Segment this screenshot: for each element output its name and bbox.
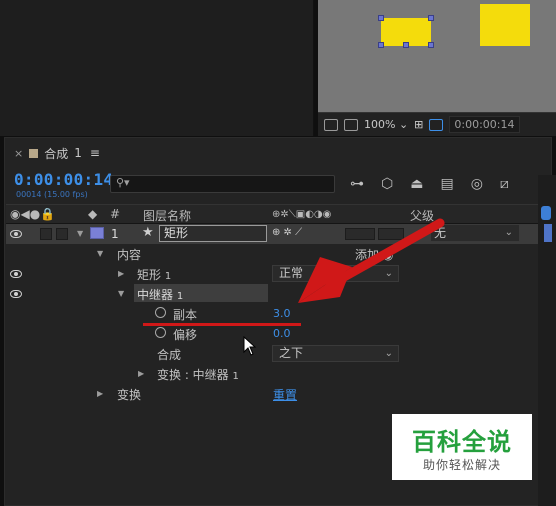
layer-duration-bar[interactable]: [544, 224, 552, 242]
contents-label: 内容: [117, 248, 142, 262]
grid-icon[interactable]: ⊞: [414, 118, 423, 131]
composition-viewer[interactable]: [318, 0, 556, 112]
offset-label: 偏移: [173, 328, 198, 342]
watermark-logo: 百科全说 助你轻松解决: [392, 414, 532, 480]
shy-layers-icon[interactable]: ⏏: [410, 176, 423, 192]
layer-number: 1: [111, 227, 119, 241]
repeater-label[interactable]: 中继器 1: [137, 286, 183, 303]
frame-rate-label: 00014 (15.00 fps): [16, 190, 88, 199]
transform-repeater-label: 变换 : 中继器 1: [157, 368, 239, 382]
contents-expand-icon[interactable]: ▼: [97, 249, 103, 258]
eye-icon[interactable]: [10, 270, 22, 278]
composition-color-icon: [29, 148, 39, 158]
annotation-underline: [143, 323, 301, 326]
shape-layer-star-icon: ★: [142, 225, 154, 240]
timeline-switches-toolbar: ⊶ ⬡ ⏏ ▤ ◎ ⧄: [350, 176, 509, 192]
layer-name-header[interactable]: 图层名称: [143, 207, 191, 224]
rect-group-label: 矩形 1: [137, 268, 172, 282]
selection-handle[interactable]: [428, 15, 434, 21]
timeline-tab[interactable]: × 合成 1 ≡: [4, 141, 544, 165]
eye-icon[interactable]: [10, 290, 22, 298]
mouse-cursor-icon: [243, 336, 257, 356]
stopwatch-icon[interactable]: [155, 307, 166, 318]
panel-menu-icon[interactable]: ≡: [90, 146, 100, 160]
graph-editor-icon[interactable]: ⧄: [500, 176, 509, 192]
watermark-title: 百科全说: [412, 428, 512, 456]
viewer-toolbar: 100% ⌄ ⊞ 0:00:00:14: [318, 112, 556, 136]
snapshot-icon[interactable]: [324, 118, 338, 131]
region-icon[interactable]: [429, 118, 444, 131]
draft-3d-icon[interactable]: ⬡: [381, 176, 393, 192]
copies-value[interactable]: 3.0: [273, 307, 291, 320]
monitor-icon[interactable]: [344, 118, 358, 131]
layer-expand-icon[interactable]: ▼: [77, 229, 83, 238]
lock-toggle[interactable]: [56, 228, 68, 240]
label-header-icon: ◆: [88, 207, 98, 221]
layer-name-field[interactable]: 矩形: [159, 225, 267, 242]
number-header: #: [110, 207, 121, 221]
composite-label: 合成: [157, 348, 182, 362]
chevron-down-icon: ⌄: [384, 348, 393, 359]
flowchart-icon[interactable]: ⊶: [350, 176, 364, 192]
time-indicator[interactable]: [541, 206, 551, 220]
selection-handle[interactable]: [378, 42, 384, 48]
tab-label[interactable]: 合成: [44, 145, 68, 162]
yellow-rectangle-2: [480, 4, 530, 46]
transform-repeater-expand-icon[interactable]: ▶: [138, 369, 144, 378]
repeater-expand-icon[interactable]: ▼: [118, 289, 124, 298]
layer-color-swatch[interactable]: [90, 227, 104, 239]
eye-icon[interactable]: [10, 230, 22, 238]
annotation-arrow-icon: [298, 218, 445, 303]
reset-link[interactable]: 重置: [273, 386, 297, 403]
selection-handle[interactable]: [428, 42, 434, 48]
offset-value[interactable]: 0.0: [273, 327, 291, 340]
zoom-dropdown[interactable]: 100% ⌄: [364, 118, 408, 131]
frame-blending-icon[interactable]: ▤: [440, 176, 453, 192]
viewer-timecode[interactable]: 0:00:00:14: [449, 116, 520, 133]
tab-number: 1: [74, 146, 82, 160]
selection-handle[interactable]: [403, 42, 409, 48]
copies-label: 副本: [173, 308, 198, 322]
project-panel-area: [0, 0, 314, 136]
stopwatch-icon[interactable]: [155, 327, 166, 338]
rect-expand-icon[interactable]: ▶: [118, 269, 124, 278]
watermark-subtitle: 助你轻松解决: [422, 458, 501, 472]
close-tab-icon[interactable]: ×: [14, 147, 23, 160]
current-time-display[interactable]: 0:00:00:14: [14, 170, 113, 189]
layer-search-input[interactable]: [110, 175, 335, 193]
motion-blur-icon[interactable]: ◎: [471, 176, 483, 192]
transform-expand-icon[interactable]: ▶: [97, 389, 103, 398]
selection-handle[interactable]: [378, 15, 384, 21]
av-switches-header-icons: ◉◀●🔒: [10, 207, 56, 221]
chevron-down-icon: ⌄: [504, 227, 513, 238]
solo-toggle[interactable]: [40, 228, 52, 240]
search-icon: ⚲▾: [116, 176, 130, 189]
transform-label: 变换: [117, 388, 142, 402]
composite-dropdown[interactable]: 之下 ⌄: [272, 345, 399, 362]
